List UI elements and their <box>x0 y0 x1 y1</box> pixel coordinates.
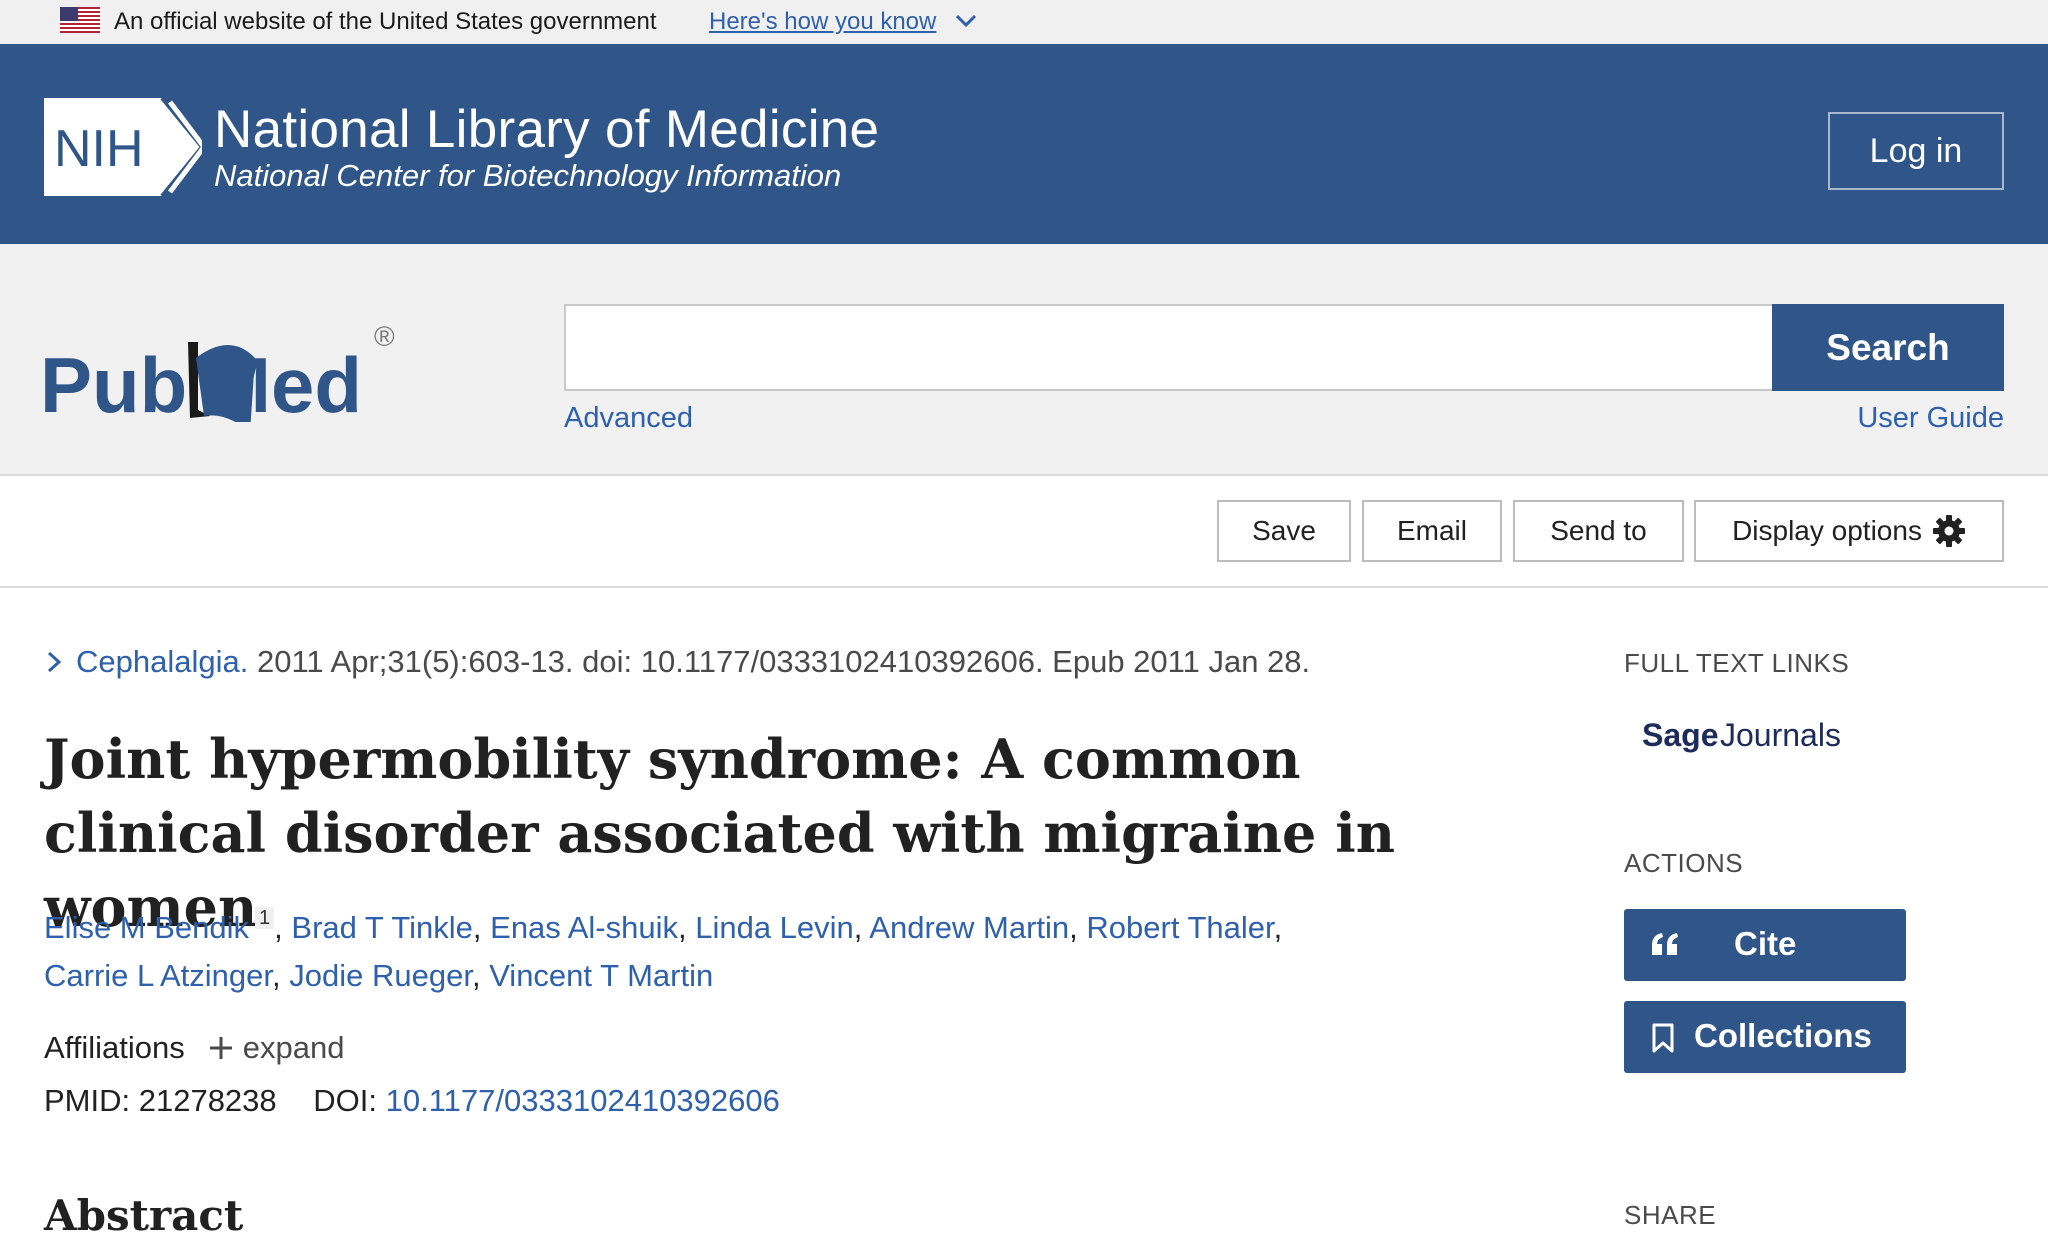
display-options-button[interactable]: Display options <box>1694 500 2004 562</box>
expand-label: expand <box>242 1030 345 1065</box>
doi-link[interactable]: 10.1177/0333102410392606 <box>386 1083 780 1118</box>
gear-icon <box>1932 515 1965 547</box>
collections-label: Collections <box>1694 1017 1872 1054</box>
author-link[interactable]: Brad T Tinkle <box>291 910 473 945</box>
author-link[interactable]: Linda Levin <box>695 910 854 945</box>
author-link[interactable]: Andrew Martin <box>869 910 1069 945</box>
citation-line: Cephalalgia. 2011 Apr;31(5):603-13. doi:… <box>44 644 1310 680</box>
svg-text:NIH: NIH <box>54 120 144 178</box>
author-link[interactable]: Carrie L Atzinger <box>44 958 272 993</box>
login-button[interactable]: Log in <box>1828 112 2004 190</box>
doi-label: DOI: <box>313 1083 378 1118</box>
user-guide-link[interactable]: User Guide <box>1857 402 2004 435</box>
search-input[interactable] <box>564 304 1774 391</box>
author-link[interactable]: Robert Thaler <box>1086 910 1273 945</box>
article-toolbar: Save Email Send to Display options <box>0 476 2048 588</box>
ncbi-subtitle: National Center for Biotechnology Inform… <box>214 158 842 193</box>
journal-name-link[interactable]: Cephalalgia. <box>76 644 248 679</box>
author-link[interactable]: Elise M Bendik <box>44 910 249 945</box>
svg-text:Sage: Sage <box>1642 717 1718 753</box>
advanced-search-link[interactable]: Advanced <box>564 402 693 435</box>
full-text-links-heading: FULL TEXT LINKS <box>1624 648 1850 678</box>
collections-button[interactable]: Collections <box>1624 1001 1906 1073</box>
bookmark-icon <box>1652 1023 1674 1053</box>
svg-text:Med: Med <box>206 341 362 422</box>
citation-details: 2011 Apr;31(5):603-13. doi: 10.1177/0333… <box>248 644 1311 679</box>
affiliation-marker[interactable]: 1 <box>255 907 275 929</box>
nlm-title[interactable]: National Library of Medicine <box>214 100 879 160</box>
identifiers-row: PMID: 21278238 DOI: 10.1177/033310241039… <box>44 1081 780 1121</box>
gov-banner: An official website of the United States… <box>0 0 2048 44</box>
heres-how-you-know-link[interactable]: Here's how you know <box>709 8 936 36</box>
nih-header: NIH National Library of Medicine Nationa… <box>0 44 2048 244</box>
search-band: Pub Med ® Search Advanced User Guide <box>0 244 2048 476</box>
chevron-right-icon[interactable] <box>44 650 64 674</box>
pmid: PMID: 21278238 <box>44 1083 277 1118</box>
author-list: Elise M Bendik 1, Brad T Tinkle, Enas Al-… <box>44 907 1283 993</box>
svg-text:®: ® <box>374 321 395 352</box>
expand-affiliations-button[interactable]: expand <box>207 1028 345 1068</box>
actions-heading: ACTIONS <box>1624 848 1744 878</box>
gov-banner-text: An official website of the United States… <box>114 8 657 35</box>
cite-button[interactable]: Cite <box>1624 909 1906 981</box>
author-link[interactable]: Jodie Rueger <box>289 958 472 993</box>
plus-icon <box>209 1037 232 1059</box>
save-button[interactable]: Save <box>1217 500 1351 562</box>
quote-icon <box>1652 933 1678 955</box>
affiliations-row: Affiliations expand <box>44 1028 344 1068</box>
us-flag-icon <box>60 7 100 33</box>
abstract-heading: Abstract <box>44 1191 244 1240</box>
author-link[interactable]: Enas Al-shuik <box>490 910 678 945</box>
svg-text:Journals: Journals <box>1720 717 1841 753</box>
cite-label: Cite <box>1734 925 1797 962</box>
search-button[interactable]: Search <box>1772 304 2004 391</box>
svg-text:Pub: Pub <box>40 341 187 422</box>
email-button[interactable]: Email <box>1362 500 1502 562</box>
chevron-down-icon[interactable] <box>955 13 977 29</box>
share-heading: SHARE <box>1624 1200 1717 1230</box>
pubmed-logo[interactable]: Pub Med ® <box>40 292 420 422</box>
affiliations-label: Affiliations <box>44 1030 185 1065</box>
author-link[interactable]: Vincent T Martin <box>489 958 713 993</box>
nih-logo[interactable]: NIH <box>44 98 202 196</box>
display-options-label: Display options <box>1732 515 1922 546</box>
send-to-button[interactable]: Send to <box>1513 500 1684 562</box>
sage-journals-logo[interactable]: Sage Journals <box>1642 712 1848 760</box>
